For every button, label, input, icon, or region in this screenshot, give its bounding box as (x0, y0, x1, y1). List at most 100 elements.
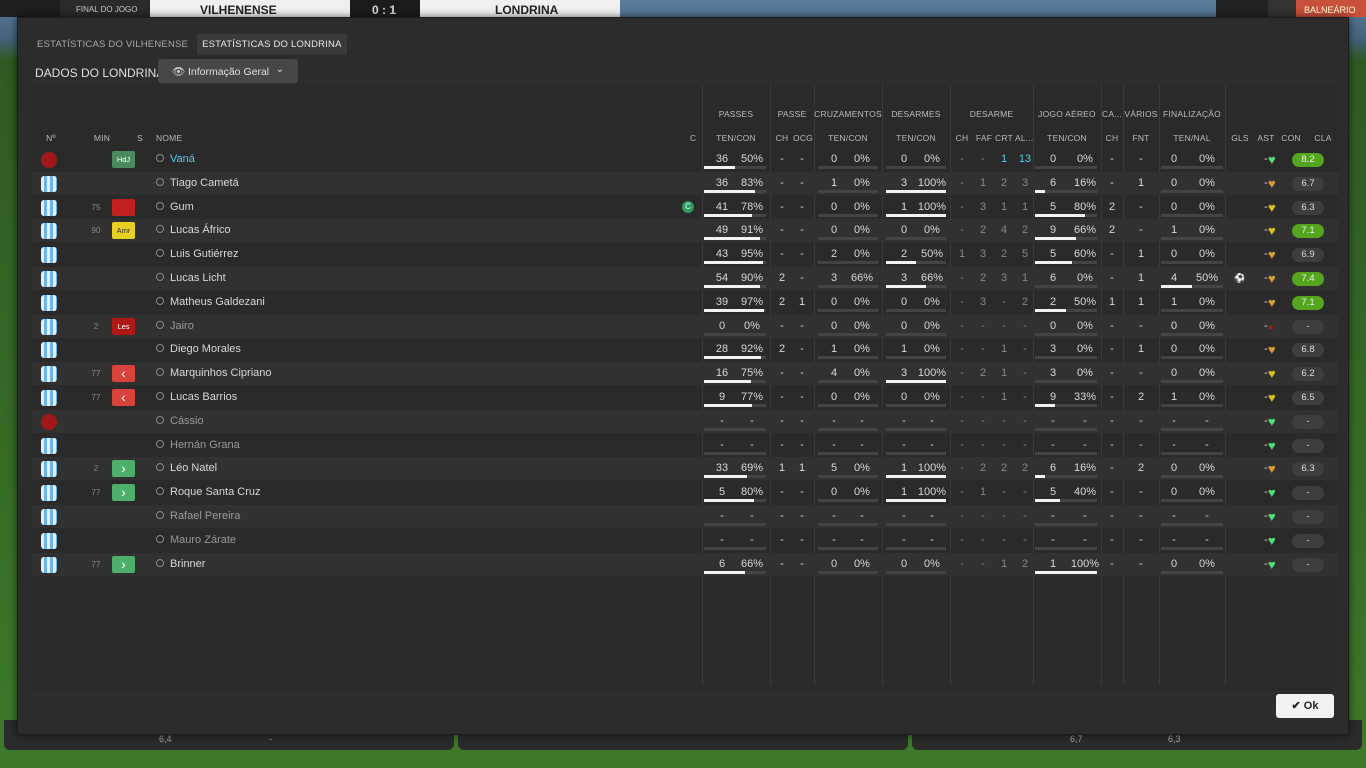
ok-button[interactable]: ✔ Ok (1276, 694, 1334, 718)
player-name[interactable]: Luis Gutiérrez (156, 243, 656, 266)
player-name[interactable]: Tiago Cametá (156, 172, 656, 195)
column-header[interactable]: AST (1255, 133, 1277, 143)
player-name-text[interactable]: Lucas Licht (170, 272, 226, 284)
column-header[interactable]: S (134, 133, 146, 143)
crosses-bar-bg (818, 285, 878, 288)
player-name[interactable]: Diego Morales (156, 338, 656, 361)
chevron-down-icon: ⌄ (275, 64, 284, 75)
table-row[interactable]: Hernán Grana - - - - - - - - - - - - - - - - - - - ♥ - (32, 434, 1338, 457)
column-header[interactable]: AL... (1015, 133, 1033, 143)
table-row[interactable]: Matheus Galdezani 39 97% 2 1 0 0% 0 0% -3-2 2 50% 1 1… (32, 291, 1338, 314)
table-row[interactable]: 77 ‹ Marquinhos Cipriano 16 75% - -4 0% 3 100% -2 1… (32, 362, 1338, 386)
player-name[interactable]: Marquinhos Cipriano (156, 362, 656, 385)
table-row[interactable]: 77 › Brinner 6 66% - -0 0% 0 0% - -1 2 1 100% - -0 0% - ♥ - (32, 552, 1338, 576)
player-name-text[interactable]: Gum (170, 201, 194, 213)
tackle-stat: - (981, 343, 985, 356)
tackles-bar (886, 380, 946, 384)
player-name[interactable]: Vaná (156, 148, 656, 171)
column-header[interactable]: TEN/NAL (1159, 133, 1225, 143)
passes-bar (704, 308, 765, 312)
tab-vilhenense[interactable]: ESTATÍSTICAS DO VILHENENSE (32, 34, 193, 55)
column-header[interactable]: NOME (156, 133, 356, 143)
tackle-stat: 1 (1000, 343, 1008, 356)
column-header[interactable]: CON (1277, 133, 1305, 143)
table-row[interactable]: Cássio - - - - - - - - - - - - - - - - - - - ♥ - (32, 409, 1338, 433)
passes-bar (704, 285, 760, 288)
table-row[interactable]: 2 › Léo Natel 33 69% 1 1 5 0% 1 100% -2 2 2 6 16% -2 0 0% -… (32, 457, 1338, 481)
tackle-stat: 1 (1021, 200, 1029, 213)
column-header[interactable]: CLA (1307, 133, 1339, 143)
player-name-text[interactable]: Brinner (170, 558, 205, 570)
player-name-text[interactable]: Marquinhos Cipriano (170, 367, 272, 379)
table-row[interactable]: Tiago Cametá 36 83% - -1 0% 3 100% -1 2 3 6 16% -1 0 0%… (32, 171, 1338, 195)
player-name-text[interactable]: Lucas Barrios (170, 391, 237, 403)
player-name[interactable]: Matheus Galdezani (156, 291, 656, 314)
column-header[interactable]: CH (1101, 133, 1123, 143)
column-header[interactable]: CH (952, 133, 972, 143)
tackle-stat: 3 (1021, 176, 1029, 189)
player-name[interactable]: Cássio (156, 410, 656, 433)
player-name-text[interactable]: Cássio (170, 415, 204, 427)
player-name-text[interactable]: Roque Santa Cruz (170, 486, 261, 498)
table-row[interactable]: Mauro Zárate - - - - - - - - - - - - - - - - - - - ♥ - (32, 529, 1338, 552)
player-name[interactable]: Jairo (156, 315, 656, 338)
dressing-room-button[interactable]: BALNEÁRIO (1296, 0, 1366, 17)
player-name[interactable]: Brinner (156, 553, 656, 576)
table-row[interactable]: Diego Morales 28 92% 2-1 0% 1 0% - -1-3 0% -1 0 0% - ♥… (32, 338, 1338, 361)
table-row[interactable]: HdJ Vaná 36 50% - -0 0% 0 0% - -1 13 0 0% - -0 0% - ♥ 8.2 (32, 148, 1338, 171)
column-header[interactable]: C (688, 133, 698, 143)
column-header[interactable]: FAF (974, 133, 994, 143)
player-name[interactable]: Gum (156, 196, 656, 219)
player-name[interactable]: Roque Santa Cruz (156, 481, 656, 504)
fouls-cell: - (1139, 486, 1143, 499)
table-row[interactable]: 77 › Roque Santa Cruz 5 80% - -0 0% 1 100% -1- -5 40… (32, 481, 1338, 504)
passe-tries: - (780, 224, 784, 237)
table-row[interactable]: Lucas Licht 54 90% 2-3 66% 3 66% -2 3 1 6 0% -1 4 50% ⚽… (32, 267, 1338, 290)
player-rating: 6.2 (1292, 367, 1324, 382)
player-name-text[interactable]: Diego Morales (170, 343, 241, 355)
column-header[interactable]: Nº (40, 133, 62, 143)
player-name[interactable]: Hernán Grana (156, 434, 656, 457)
column-header[interactable]: TEN/CON (814, 133, 882, 143)
column-header[interactable]: GLS (1225, 133, 1255, 143)
player-name-text[interactable]: Lucas Áfrico (170, 224, 231, 236)
view-dropdown[interactable]: 👁 Informação Geral ⌄ (158, 59, 298, 83)
table-row[interactable]: Rafael Pereira - - - - - - - - - - - - - - - - - - - ♥ - (32, 505, 1338, 528)
player-name-text[interactable]: Rafael Pereira (170, 510, 240, 522)
player-name-text[interactable]: Hernán Grana (170, 439, 240, 451)
tab-londrina[interactable]: ESTATÍSTICAS DO LONDRINA (197, 34, 347, 55)
column-header[interactable]: TEN/CON (882, 133, 950, 143)
player-name-text[interactable]: Tiago Cametá (170, 177, 239, 189)
column-header[interactable]: CRT (994, 133, 1014, 143)
player-name[interactable]: Mauro Zárate (156, 529, 656, 552)
column-header[interactable]: TEN/CON (702, 133, 770, 143)
player-name[interactable]: Léo Natel (156, 457, 656, 480)
column-header[interactable]: TEN/CON (1033, 133, 1101, 143)
player-name[interactable]: Lucas Licht (156, 267, 656, 290)
table-row[interactable]: 2 Les Jairo 0 0% - -0 0% 0 0% - - - -0 0% - -0 0% - ● - (32, 314, 1338, 338)
column-header[interactable]: OCG (792, 133, 814, 143)
passe-pct: - (800, 391, 804, 403)
cards-cell: - (1110, 367, 1114, 380)
table-row[interactable]: 90 Amr Lucas Áfrico 49 91% - -0 0% 0 0% -2 4 2 9 66% 2-… (32, 219, 1338, 243)
column-header[interactable]: MIN (82, 133, 122, 143)
player-name-text[interactable]: Vaná (170, 153, 195, 165)
tackle-stat: - (981, 557, 985, 570)
table-row[interactable]: 75 Gum C 41 78% - -0 0% 1 100% -3 1 1 5 80% 2-0 0% - ♥ 6.3 (32, 196, 1338, 219)
passe-pct: - (800, 510, 804, 522)
competition-logo (0, 0, 60, 17)
column-header[interactable]: FNT (1123, 133, 1159, 143)
player-name-text[interactable]: Jairo (170, 320, 194, 332)
close-icon[interactable] (1268, 0, 1296, 17)
player-name-text[interactable]: Matheus Galdezani (170, 296, 265, 308)
table-row[interactable]: Luis Gutiérrez 43 95% - -2 0% 2 50% 1 3 2 5 5 60% -1 0 0… (32, 243, 1338, 266)
player-name[interactable]: Rafael Pereira (156, 505, 656, 528)
player-name-text[interactable]: Luis Gutiérrez (170, 248, 238, 260)
tackle-stat: - (1002, 414, 1006, 427)
table-row[interactable]: 77 ‹ Lucas Barrios 9 77% - -0 0% 0 0% - -1-9 33% -2 1 0… (32, 386, 1338, 409)
player-name[interactable]: Lucas Áfrico (156, 219, 656, 242)
player-name[interactable]: Lucas Barrios (156, 386, 656, 409)
player-name-text[interactable]: Mauro Zárate (170, 534, 236, 546)
column-header[interactable]: CH (772, 133, 792, 143)
player-name-text[interactable]: Léo Natel (170, 462, 217, 474)
